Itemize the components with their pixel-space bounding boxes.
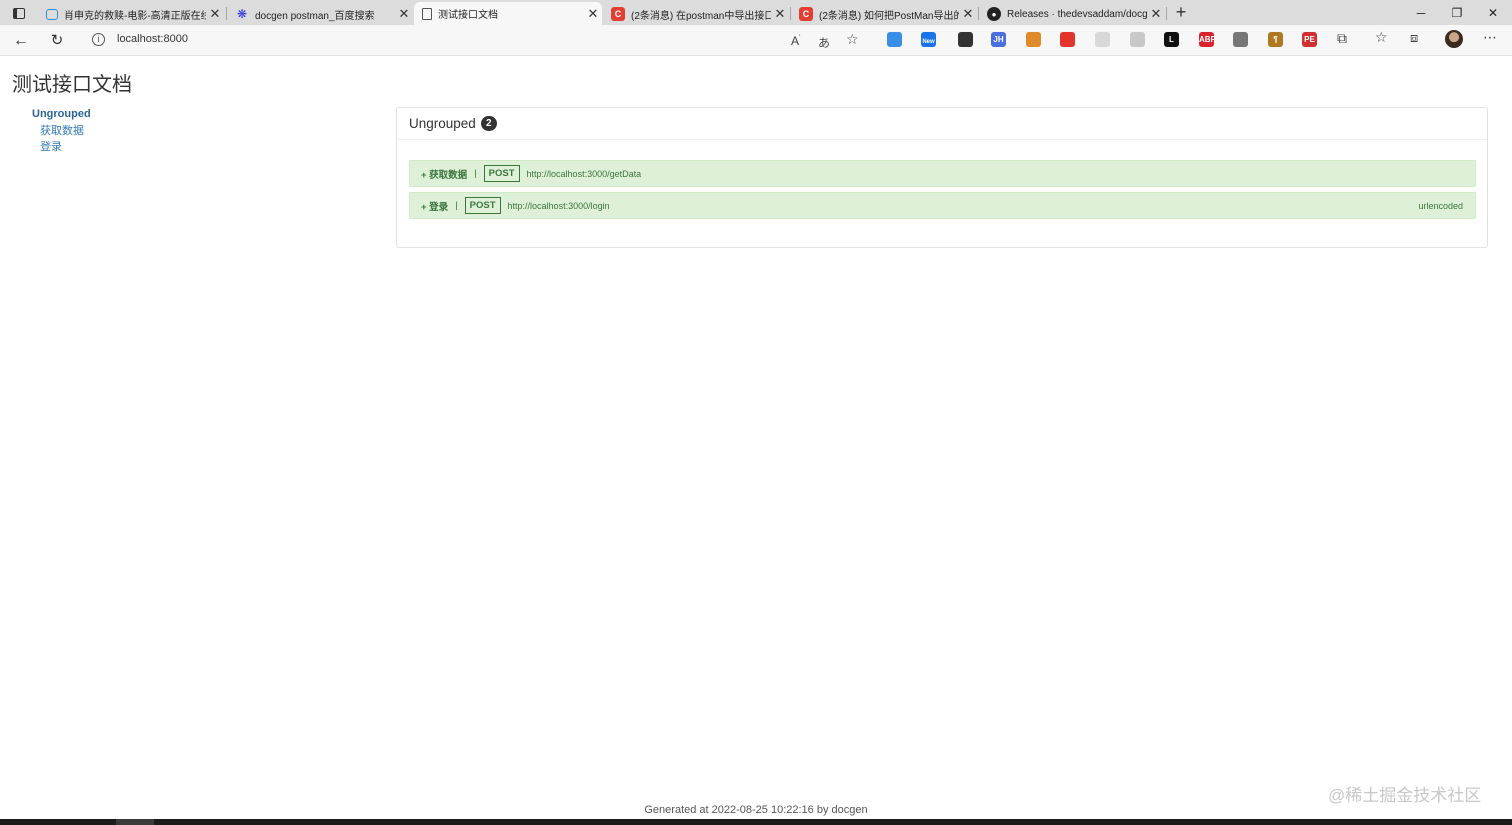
csdn-icon: C [799,7,813,21]
tab-strip: 肖申克的救赎-电影-高清正版在线 ✕ ❋ docgen postman_百度搜索… [0,0,1512,25]
os-taskbar [0,819,1512,825]
extension-3-icon[interactable] [958,32,973,47]
close-tab-icon[interactable]: ✕ [584,6,602,22]
close-tab-icon[interactable]: ✕ [206,6,224,22]
panel-title: Ungrouped [409,116,476,131]
sidebar-nav: Ungrouped 获取数据 登录 [32,108,91,155]
endpoint-url: http://localhost:3000/getData [526,168,642,179]
count-badge: 2 [480,116,497,131]
address-url[interactable]: localhost:8000 [117,33,188,45]
tab-baidu[interactable]: ❋ docgen postman_百度搜索 ✕ [227,3,413,25]
close-tab-icon[interactable]: ✕ [959,6,977,22]
extension-5-icon[interactable] [1026,32,1041,47]
tab-actions-button[interactable] [6,4,32,22]
extension-new-icon[interactable]: New [921,32,936,47]
tab-title: 测试接口文档 [438,10,498,21]
close-window-button[interactable]: ✕ [1475,3,1511,23]
extension-11-icon[interactable] [1233,32,1248,47]
csdn-icon: C [611,7,625,21]
minimize-button[interactable]: ─ [1403,3,1439,23]
endpoint-name[interactable]: + 获取数据 [421,167,467,181]
tv-icon [46,8,58,20]
endpoint-name[interactable]: + 登录 [421,199,448,213]
extension-6-icon[interactable] [1060,32,1075,47]
extension-abp-icon[interactable]: ABP [1199,32,1216,47]
separator: | [474,168,477,179]
body-type-label: urlencoded [1418,200,1463,211]
panel-heading: Ungrouped 2 [397,108,1487,140]
browser-toolbar: ← ↻ i localhost:8000 Aʼ あ ☆ New JH L ABP ¶ PE… [0,25,1512,56]
extension-jh-icon[interactable]: JH [991,32,1006,47]
method-badge: POST [483,165,520,182]
taskbar-item[interactable] [116,819,154,825]
method-badge: POST [464,197,501,214]
close-tab-icon[interactable]: ✕ [395,6,413,22]
close-tab-icon[interactable]: ✕ [1147,6,1165,22]
extension-7-icon[interactable] [1095,32,1110,47]
tab-csdn-2[interactable]: C (2条消息) 如何把PostMan导出的 ✕ [791,3,977,25]
translate-icon[interactable]: あ [818,34,830,51]
favorites-icon[interactable]: ☆ [1375,29,1388,46]
baidu-paw-icon: ❋ [236,7,248,21]
read-aloud-icon[interactable]: Aʼ [791,34,801,48]
endpoint-row-get-data[interactable]: + 获取数据 | POST http://localhost:3000/getD… [409,160,1476,187]
extension-12-icon[interactable]: ¶ [1268,32,1283,47]
sidebar-item-get-data[interactable]: 获取数据 [40,123,91,139]
sidebar-group-ungrouped[interactable]: Ungrouped [32,108,91,120]
extension-13-icon[interactable]: PE [1302,32,1317,47]
tab-docs-active[interactable]: 测试接口文档 ✕ [414,2,602,25]
tab-separator [1166,7,1167,20]
back-button[interactable]: ← [10,30,32,52]
tab-movie[interactable]: 肖申克的救赎-电影-高清正版在线 ✕ [38,3,224,25]
github-icon: ● [987,7,1001,21]
collections-icon[interactable]: ⧈ [1410,30,1418,46]
document-icon [422,7,432,20]
tab-title: 肖申克的救赎-电影-高清正版在线 [64,10,206,22]
extension-1-icon[interactable] [887,32,902,47]
endpoint-row-login[interactable]: + 登录 | POST http://localhost:3000/login … [409,192,1476,219]
extension-8-icon[interactable] [1130,32,1145,47]
site-info-icon[interactable]: i [92,33,105,46]
tab-title: Releases · thedevsaddam/docgen [1007,8,1147,20]
tab-github[interactable]: ● Releases · thedevsaddam/docgen ✕ [979,3,1165,25]
more-menu-icon[interactable]: ⋯ [1483,29,1497,46]
new-tab-button[interactable]: + [1171,3,1191,23]
tab-csdn-1[interactable]: C (2条消息) 在postman中导出接口 ✕ [603,3,789,25]
address-bar[interactable]: i localhost:8000 Aʼ あ ☆ [82,28,872,52]
sidebar-item-login[interactable]: 登录 [40,139,91,155]
profile-avatar[interactable] [1445,30,1463,48]
favorite-star-icon[interactable]: ☆ [846,31,859,48]
page-title: 测试接口文档 [12,74,132,96]
reload-button[interactable]: ↻ [46,30,68,52]
tab-title: (2条消息) 如何把PostMan导出的 [819,10,959,22]
tab-title: docgen postman_百度搜索 [255,10,375,22]
page-footer: Generated at 2022-08-25 10:22:16 by docg… [644,804,868,816]
tab-title: (2条消息) 在postman中导出接口 [631,10,771,22]
extension-l-icon[interactable]: L [1164,32,1179,47]
tab-actions-icon [13,7,25,19]
endpoint-url: http://localhost:3000/login [507,200,610,211]
endpoint-group-panel: Ungrouped 2 + 获取数据 | POST http://localho… [396,107,1488,248]
watermark: @稀土掘金技术社区 [1328,786,1482,805]
separator: | [455,200,458,211]
restore-button[interactable]: ❐ [1439,3,1475,23]
extensions-puzzle-icon[interactable]: ⧉ [1337,30,1347,47]
close-tab-icon[interactable]: ✕ [771,6,789,22]
